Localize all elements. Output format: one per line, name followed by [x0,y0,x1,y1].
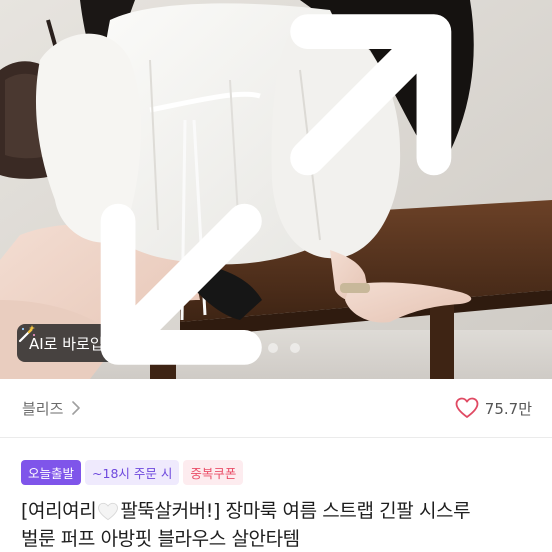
product-meta-row: 블리즈 75.7만 [0,379,552,437]
product-title-line-2: 벌룬 퍼프 아방핏 블라우스 살안타템 [21,528,300,550]
expand-icon[interactable] [0,0,552,379]
white-heart-emoji-icon [98,502,119,520]
badge-duplicate-coupon: 중복쿠폰 [183,460,244,485]
like-count: 75.7만 [484,399,532,418]
like-button[interactable]: 75.7만 [455,397,532,419]
chevron-right-icon [72,401,81,415]
category-label: 블리즈 [22,399,64,418]
heart-outline-icon [455,397,479,418]
badge-today-shipping: 오늘출발 [21,460,82,485]
product-title-line-1: [여리여리 팔뚝살커버!] 장마룩 여름 스트랩 긴팔 시스루 [21,497,536,525]
section-divider [0,437,552,438]
product-title: [여리여리 팔뚝살커버!] 장마룩 여름 스트랩 긴팔 시스루 벌룬 퍼프 아방… [21,497,536,552]
category-link[interactable]: 블리즈 [22,398,81,419]
badge-row: 오늘출발 ~18시 주문 시 중복쿠폰 [21,460,244,485]
title-part-2: 팔뚝살커버!] 장마룩 여름 스트랩 긴팔 시스루 [120,500,471,522]
title-part-1: [여리여리 [21,500,97,522]
product-image[interactable]: AI로 바로입기 [0,0,552,379]
badge-order-cutoff: ~18시 주문 시 [85,460,180,485]
